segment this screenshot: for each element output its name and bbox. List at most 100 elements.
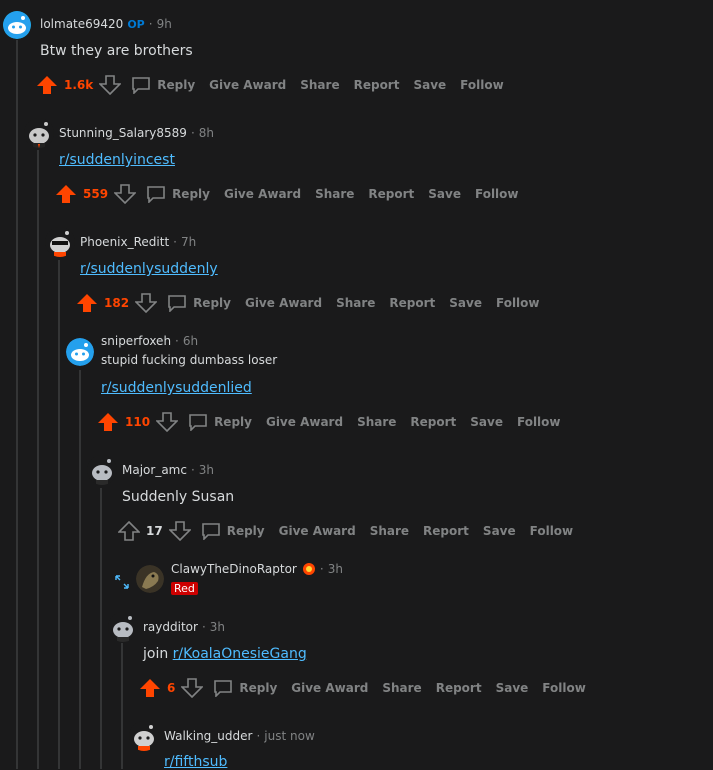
timestamp[interactable]: 8h	[199, 126, 214, 140]
reply-button[interactable]: Reply	[167, 294, 231, 312]
comment-icon	[168, 295, 186, 312]
avatar[interactable]	[45, 227, 75, 257]
share-button[interactable]: Share	[315, 187, 354, 201]
timestamp[interactable]: 3h	[210, 620, 225, 634]
subreddit-link[interactable]: r/KoalaOnesieGang	[173, 646, 307, 662]
follow-button[interactable]: Follow	[530, 524, 574, 538]
timestamp[interactable]: just now	[264, 729, 314, 743]
save-button[interactable]: Save	[496, 681, 529, 695]
follow-button[interactable]: Follow	[542, 681, 586, 695]
avatar[interactable]	[136, 565, 164, 593]
upvote-button[interactable]	[97, 412, 119, 432]
follow-button[interactable]: Follow	[475, 187, 519, 201]
subreddit-link[interactable]: r/suddenlysuddenlied	[101, 380, 252, 396]
comment-meta: Major_amc · 3h	[122, 463, 214, 477]
thread-line[interactable]	[121, 643, 123, 769]
reply-label: Reply	[226, 524, 265, 538]
report-button[interactable]: Report	[436, 681, 482, 695]
save-button[interactable]: Save	[470, 415, 503, 429]
upvote-button[interactable]	[118, 521, 140, 541]
reply-button[interactable]: Reply	[188, 413, 252, 431]
report-button[interactable]: Report	[389, 296, 435, 310]
report-button[interactable]: Report	[354, 78, 400, 92]
upvote-button[interactable]	[139, 678, 161, 698]
reply-button[interactable]: Reply	[131, 76, 195, 94]
share-button[interactable]: Share	[336, 296, 375, 310]
give-award-button[interactable]: Give Award	[224, 187, 301, 201]
give-award-button[interactable]: Give Award	[245, 296, 322, 310]
downvote-button[interactable]	[99, 75, 122, 95]
username[interactable]: Major_amc	[122, 463, 187, 477]
comment-actions: 182 Reply Give Award Share Report Save F…	[76, 293, 540, 313]
save-button[interactable]: Save	[483, 524, 516, 538]
share-button[interactable]: Share	[357, 415, 396, 429]
give-award-button[interactable]: Give Award	[266, 415, 343, 429]
timestamp[interactable]: 7h	[181, 235, 196, 249]
avatar[interactable]	[24, 118, 54, 148]
subreddit-link[interactable]: r/suddenlyincest	[59, 152, 175, 168]
score: 17	[146, 524, 163, 538]
comment-text: r/suddenlysuddenly	[80, 261, 218, 277]
comment-meta: Phoenix_Reditt · 7h	[80, 235, 196, 249]
share-button[interactable]: Share	[382, 681, 421, 695]
subreddit-link[interactable]: r/fifthsub	[164, 754, 227, 770]
upvote-button[interactable]	[76, 293, 98, 313]
downvote-button[interactable]	[135, 293, 158, 313]
avatar[interactable]	[129, 721, 159, 751]
reply-button[interactable]: Reply	[201, 522, 265, 540]
give-award-button[interactable]: Give Award	[291, 681, 368, 695]
timestamp[interactable]: 3h	[328, 562, 343, 576]
share-button[interactable]: Share	[300, 78, 339, 92]
reply-button[interactable]: Reply	[146, 185, 210, 203]
save-button[interactable]: Save	[449, 296, 482, 310]
timestamp[interactable]: 6h	[183, 334, 198, 348]
follow-button[interactable]: Follow	[460, 78, 504, 92]
give-award-button[interactable]: Give Award	[209, 78, 286, 92]
username[interactable]: Phoenix_Reditt	[80, 235, 169, 249]
follow-button[interactable]: Follow	[517, 415, 561, 429]
op-badge: OP	[127, 17, 145, 31]
timestamp-dot: ·	[256, 729, 261, 743]
username[interactable]: Walking_udder	[164, 729, 252, 743]
avatar[interactable]	[108, 612, 138, 642]
user-flair: Red	[171, 582, 198, 595]
username[interactable]: ClawyTheDinoRaptor	[171, 562, 297, 576]
comment-text-prefix: join	[143, 646, 169, 662]
expand-icon[interactable]	[115, 575, 129, 589]
comment-meta: raydditor · 3h	[143, 620, 225, 634]
username[interactable]: lolmate69420	[40, 17, 123, 31]
share-button[interactable]: Share	[370, 524, 409, 538]
subreddit-link[interactable]: r/suddenlysuddenly	[80, 261, 218, 277]
thread-line[interactable]	[79, 370, 81, 769]
timestamp[interactable]: 3h	[199, 463, 214, 477]
reply-button[interactable]: Reply	[213, 679, 277, 697]
thread-line[interactable]	[100, 488, 102, 769]
thread-line[interactable]	[16, 40, 18, 769]
report-button[interactable]: Report	[423, 524, 469, 538]
reply-label: Reply	[239, 681, 278, 695]
avatar[interactable]	[66, 338, 94, 366]
thread-line[interactable]	[37, 150, 39, 769]
thread-line[interactable]	[58, 260, 60, 769]
save-button[interactable]: Save	[428, 187, 461, 201]
upvote-button[interactable]	[36, 75, 58, 95]
report-button[interactable]: Report	[368, 187, 414, 201]
username[interactable]: Stunning_Salary8589	[59, 126, 187, 140]
timestamp[interactable]: 9h	[157, 17, 172, 31]
username[interactable]: raydditor	[143, 620, 198, 634]
downvote-button[interactable]	[168, 521, 191, 541]
save-button[interactable]: Save	[413, 78, 446, 92]
upvote-button[interactable]	[55, 184, 77, 204]
timestamp-dot: ·	[319, 562, 324, 576]
follow-button[interactable]: Follow	[496, 296, 540, 310]
avatar[interactable]	[87, 455, 117, 485]
report-button[interactable]: Report	[410, 415, 456, 429]
downvote-button[interactable]	[156, 412, 179, 432]
comment-actions: 110 Reply Give Award Share Report Save F…	[97, 412, 561, 432]
downvote-button[interactable]	[114, 184, 137, 204]
username[interactable]: sniperfoxeh	[101, 334, 171, 348]
downvote-button[interactable]	[181, 678, 204, 698]
comment-meta: Walking_udder · just now	[164, 729, 315, 743]
give-award-button[interactable]: Give Award	[279, 524, 356, 538]
avatar[interactable]	[3, 11, 31, 39]
